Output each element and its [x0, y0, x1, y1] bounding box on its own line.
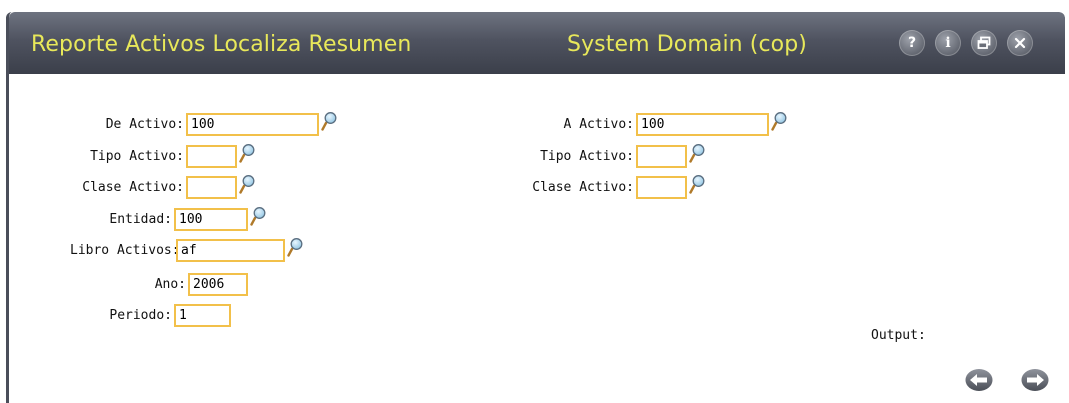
periodo-input[interactable]: 1	[174, 303, 231, 327]
help-button[interactable]: ?	[899, 30, 925, 56]
ano-row: Ano: 2006	[70, 271, 248, 297]
de-activo-lookup-icon[interactable]	[321, 111, 337, 131]
a-activo-label: A Activo:	[563, 116, 634, 132]
de-activo-input[interactable]: 100	[186, 112, 319, 136]
periodo-row: Periodo: 1	[70, 302, 231, 328]
tipo-activo-input[interactable]	[186, 144, 237, 168]
a-activo-row: A Activo: 100	[500, 111, 787, 137]
libro-activos-input[interactable]: af	[176, 238, 285, 262]
de-activo-label: De Activo:	[105, 116, 184, 132]
clase-activo-label: Clase Activo:	[82, 179, 184, 195]
close-icon	[1014, 37, 1026, 49]
tipo-activo-label: Tipo Activo:	[90, 148, 184, 164]
forward-arrow-icon[interactable]	[1021, 368, 1049, 392]
a-activo-lookup-icon[interactable]	[771, 111, 787, 131]
clase-activo-input[interactable]	[186, 175, 237, 199]
tipo-activo-lookup-icon[interactable]	[239, 143, 255, 163]
right-tipo-activo-label: Tipo Activo:	[540, 148, 634, 164]
right-clase-activo-row: Clase Activo:	[500, 174, 705, 200]
right-tipo-activo-row: Tipo Activo:	[500, 143, 705, 169]
a-activo-input[interactable]: 100	[636, 112, 769, 136]
clase-activo-lookup-icon[interactable]	[239, 174, 255, 194]
entidad-label: Entidad:	[109, 211, 172, 227]
right-clase-activo-label: Clase Activo:	[532, 179, 634, 195]
right-tipo-activo-lookup-icon[interactable]	[689, 143, 705, 163]
help-icon: ?	[907, 35, 917, 51]
info-icon: i	[945, 35, 951, 51]
libro-activos-label: Libro Activos:	[70, 242, 180, 258]
ano-label: Ano:	[154, 276, 186, 292]
periodo-label: Periodo:	[109, 307, 172, 323]
entidad-lookup-icon[interactable]	[250, 206, 266, 226]
right-clase-activo-lookup-icon[interactable]	[689, 174, 705, 194]
tipo-activo-row: Tipo Activo:	[70, 143, 255, 169]
clase-activo-row: Clase Activo:	[70, 174, 255, 200]
entidad-input[interactable]: 100	[174, 207, 248, 231]
right-clase-activo-input[interactable]	[636, 175, 687, 199]
domain-label: System Domain (cop)	[567, 32, 807, 57]
ano-input[interactable]: 2006	[188, 272, 248, 296]
libro-activos-lookup-icon[interactable]	[287, 237, 303, 257]
title-bar: Reporte Activos Localiza Resumen System …	[9, 12, 1065, 74]
close-button[interactable]	[1007, 30, 1033, 56]
output-label: Output:	[871, 328, 926, 343]
entidad-row: Entidad: 100	[70, 206, 266, 232]
de-activo-row: De Activo: 100	[70, 111, 337, 137]
window-title: Reporte Activos Localiza Resumen	[31, 32, 412, 57]
restore-icon	[977, 36, 991, 49]
back-arrow-icon[interactable]	[965, 368, 993, 392]
info-button[interactable]: i	[935, 30, 961, 56]
restore-button[interactable]	[971, 30, 997, 56]
libro-activos-row: Libro Activos: af	[70, 237, 303, 263]
right-tipo-activo-input[interactable]	[636, 144, 687, 168]
